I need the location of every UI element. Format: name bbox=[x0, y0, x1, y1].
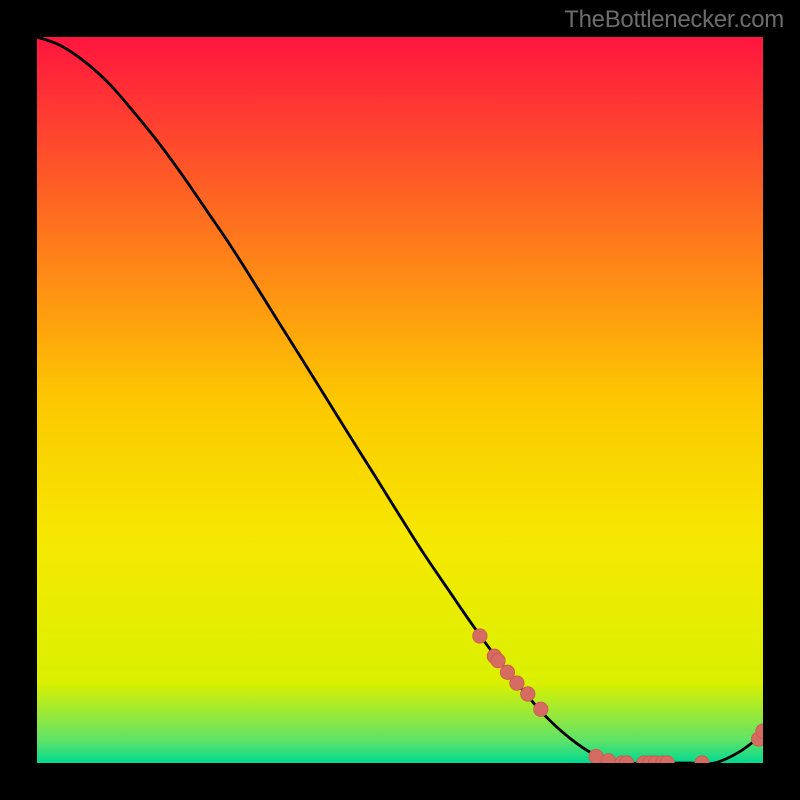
highlight-marker bbox=[491, 653, 505, 667]
watermark-text: TheBottlenecker.com bbox=[564, 6, 784, 34]
chart-svg bbox=[37, 37, 763, 763]
chart-background bbox=[37, 37, 763, 763]
chart-plot-area bbox=[37, 37, 763, 763]
highlight-marker bbox=[521, 687, 535, 701]
highlight-marker bbox=[534, 702, 548, 716]
highlight-marker bbox=[510, 676, 524, 690]
highlight-marker bbox=[473, 629, 487, 643]
